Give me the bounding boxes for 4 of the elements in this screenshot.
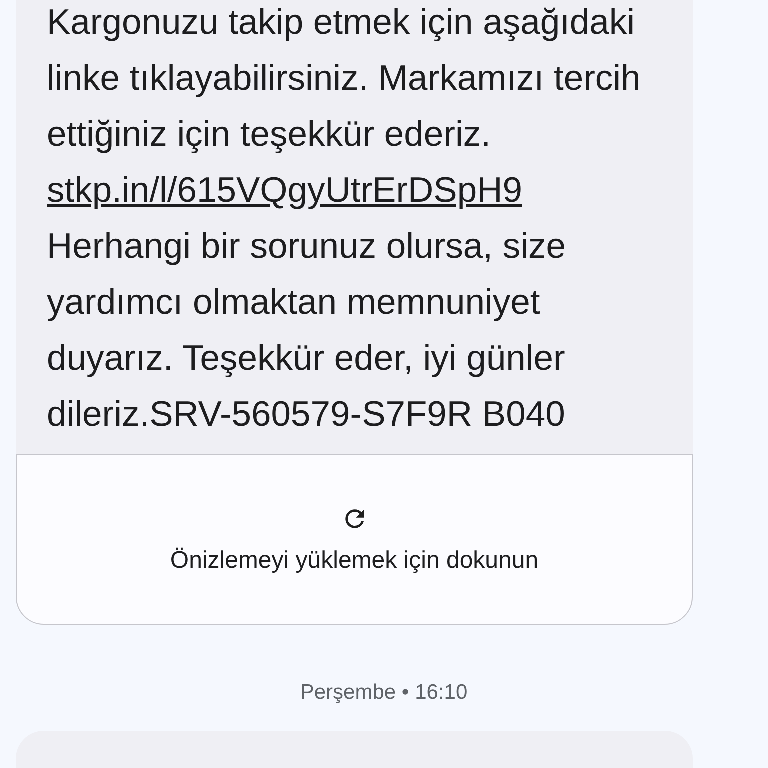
message-text: Kargonuzu takip etmek için aşağıdaki linke tıklayabilirsiniz. Markamızı tercih ettiğiniz için teşekkür ederiz. stkp.in/l/615VQgyUtrErDSpH9 Herhangi bir sorunuz olursa, size yardımcı olmaktan memnuniyet duyarız. Teşekkür eder, iyi günler dileriz.SRV-560579-S7F9R B040	[46, 1, 642, 436]
load-preview-button[interactable]: Önizlemeyi yüklemek için dokunun	[16, 454, 693, 625]
tracking-link[interactable]: stkp.in/l/615VQgyUtrErDSpH9	[47, 170, 522, 210]
timestamp: Perşembe • 16:10	[299, 681, 469, 705]
